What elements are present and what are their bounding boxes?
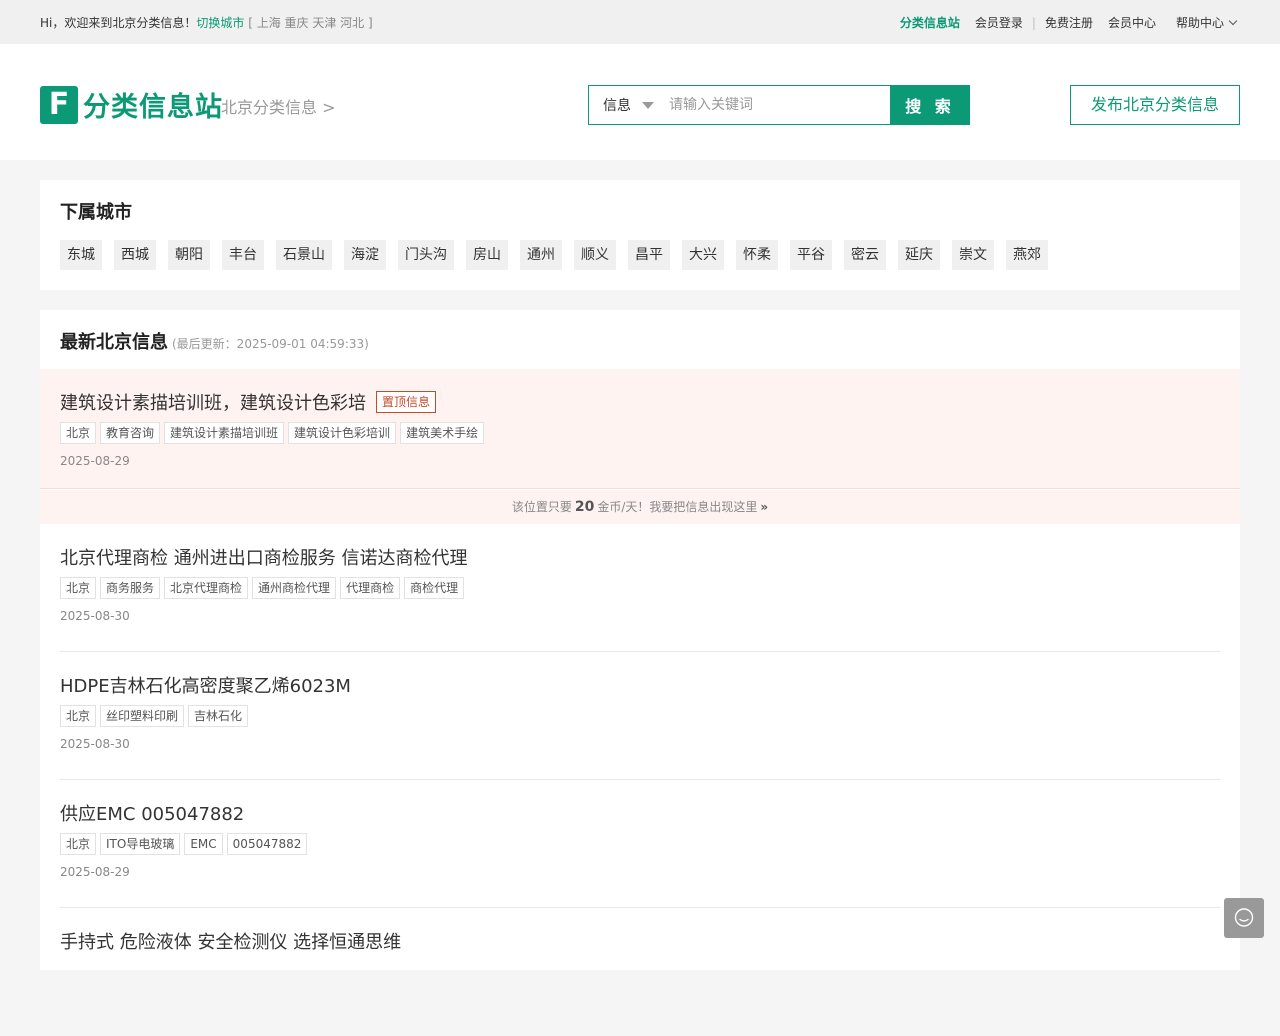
- listing-date: 2025-08-30: [60, 737, 130, 751]
- help-center-label: 帮助中心: [1175, 16, 1224, 30]
- city-link[interactable]: 朝阳: [168, 240, 210, 270]
- sub-cities-panel: 下属城市 东城 西城 朝阳 丰台 石景山 海淀 门头沟 房山 通州 顺义 昌平 …: [40, 180, 1240, 290]
- listings-header: 最新北京信息 (最后更新：2025-09-01 04:59:33): [60, 328, 369, 354]
- listings-title: 最新北京信息: [60, 332, 168, 353]
- chat-bubble-icon: [1234, 908, 1254, 927]
- city-link[interactable]: 海淀: [344, 240, 386, 270]
- city-link[interactable]: 密云: [844, 240, 886, 270]
- promo-prefix: 该位置只要: [511, 500, 572, 514]
- listing-item[interactable]: 北京代理商检 通州进出口商检服务 信诺达商检代理 北京 商务服务 北京代理商检 …: [60, 524, 1220, 652]
- city-link[interactable]: 燕郊: [1006, 240, 1048, 270]
- pinned-listing[interactable]: 建筑设计素描培训班，建筑设计色彩培 置顶信息 北京 教育咨询 建筑设计素描培训班…: [40, 369, 1240, 489]
- city-link[interactable]: 昌平: [628, 240, 670, 270]
- listing-tags: 北京 ITO导电玻璃 EMC 005047882: [60, 833, 311, 855]
- pinned-listing-content: 建筑设计素描培训班，建筑设计色彩培 置顶信息 北京 教育咨询 建筑设计素描培训班…: [60, 369, 1220, 497]
- site-logo[interactable]: F 分类信息站: [40, 85, 223, 124]
- city-link[interactable]: 延庆: [898, 240, 940, 270]
- login-link[interactable]: 会员登录: [975, 14, 1023, 31]
- listing-tags: 北京 丝印塑料印刷 吉林石化: [60, 705, 252, 727]
- last-updated: (最后更新：2025-09-01 04:59:33): [172, 337, 369, 351]
- sub-cities-title: 下属城市: [60, 202, 132, 223]
- listing-tag[interactable]: ITO导电玻璃: [100, 833, 181, 855]
- city-list: 东城 西城 朝阳 丰台 石景山 海淀 门头沟 房山 通州 顺义 昌平 大兴 怀柔…: [60, 240, 1060, 270]
- register-link[interactable]: 免费注册: [1045, 14, 1093, 31]
- city-link[interactable]: 平谷: [790, 240, 832, 270]
- logo-icon: F: [40, 85, 78, 124]
- latest-listings-panel: 最新北京信息 (最后更新：2025-09-01 04:59:33) 建筑设计素描培…: [40, 310, 1240, 970]
- listing-tag[interactable]: 建筑设计色彩培训: [288, 422, 397, 444]
- city-link[interactable]: 顺义: [574, 240, 616, 270]
- listing-tag[interactable]: 商检代理: [404, 577, 465, 599]
- listing-tag[interactable]: 教育咨询: [100, 422, 161, 444]
- listing-tag[interactable]: 005047882: [226, 833, 308, 855]
- logo-text: 分类信息站: [83, 92, 223, 123]
- city-link[interactable]: 大兴: [682, 240, 724, 270]
- listing-tag[interactable]: 建筑设计素描培训班: [164, 422, 285, 444]
- quick-city-links[interactable]: [ 上海 重庆 天津 河北 ]: [248, 16, 372, 30]
- member-center-link[interactable]: 会员中心: [1108, 14, 1156, 31]
- float-chat-button[interactable]: [1224, 898, 1264, 938]
- pinned-badge: 置顶信息: [376, 391, 437, 413]
- switch-city-link[interactable]: 切换城市: [196, 16, 244, 30]
- listing-title[interactable]: 建筑设计素描培训班，建筑设计色彩培 置顶信息: [60, 389, 437, 415]
- city-link[interactable]: 门头沟: [398, 240, 454, 270]
- search-button[interactable]: 搜 索: [890, 85, 970, 125]
- listing-date: 2025-08-30: [60, 609, 130, 623]
- listing-date: 2025-08-29: [60, 865, 130, 879]
- city-link[interactable]: 东城: [60, 240, 102, 270]
- listing-tag[interactable]: 通州商检代理: [252, 577, 337, 599]
- listing-tags: 北京 教育咨询 建筑设计素描培训班 建筑设计色彩培训 建筑美术手绘: [60, 422, 488, 444]
- listing-tags: 北京 商务服务 北京代理商检 通州商检代理 代理商检 商检代理: [60, 577, 468, 599]
- listing-item[interactable]: 供应EMC 005047882 北京 ITO导电玻璃 EMC 005047882…: [60, 780, 1220, 908]
- listing-tag[interactable]: EMC: [184, 833, 223, 855]
- pinned-promo-link[interactable]: 该位置只要 20 金币/天！我要把信息出现这里»: [40, 490, 1240, 524]
- listing-title[interactable]: 供应EMC 005047882: [60, 800, 244, 826]
- listing-tag[interactable]: 吉林石化: [188, 705, 249, 727]
- listing-item[interactable]: HDPE吉林石化高密度聚乙烯6023M 北京 丝印塑料印刷 吉林石化 2025-…: [60, 652, 1220, 780]
- caret-down-icon: [642, 101, 654, 109]
- search-category-label: 信息: [603, 98, 631, 114]
- listing-tag[interactable]: 代理商检: [340, 577, 401, 599]
- listing-title[interactable]: 手持式 危险液体 安全检测仪 选择恒通思维: [60, 928, 401, 954]
- listing-tag[interactable]: 北京: [60, 833, 97, 855]
- promo-amount: 20: [574, 499, 595, 515]
- listing-date: 2025-08-29: [60, 454, 130, 468]
- listing-title-text: 建筑设计素描培训班，建筑设计色彩培: [60, 393, 366, 414]
- listing-tag[interactable]: 北京: [60, 577, 97, 599]
- double-arrow-icon: »: [760, 500, 769, 514]
- listing-tag[interactable]: 商务服务: [100, 577, 161, 599]
- site-header: F 分类信息站 北京分类信息 > 信息 搜 索 发布北京分类信息: [0, 44, 1280, 160]
- city-link[interactable]: 西城: [114, 240, 156, 270]
- city-link[interactable]: 通州: [520, 240, 562, 270]
- city-link[interactable]: 崇文: [952, 240, 994, 270]
- listing-tag[interactable]: 北京代理商检: [164, 577, 249, 599]
- search-category-select[interactable]: 信息: [589, 86, 661, 124]
- listing-tag[interactable]: 丝印塑料印刷: [100, 705, 185, 727]
- city-link[interactable]: 丰台: [222, 240, 264, 270]
- help-center-dropdown[interactable]: 帮助中心: [1175, 14, 1238, 31]
- chevron-down-icon: [1228, 16, 1238, 25]
- listing-tag[interactable]: 建筑美术手绘: [400, 422, 485, 444]
- user-nav: 分类信息站 会员登录 | 免费注册 会员中心 帮助中心: [900, 14, 1238, 31]
- nav-separator: |: [1031, 15, 1036, 30]
- promo-suffix: 金币/天！我要把信息出现这里: [597, 500, 758, 514]
- top-bar: Hi，欢迎来到北京分类信息！切换城市 [ 上海 重庆 天津 河北 ] 分类信息站…: [0, 0, 1280, 44]
- city-link[interactable]: 怀柔: [736, 240, 778, 270]
- breadcrumb[interactable]: 北京分类信息 >: [221, 94, 336, 118]
- welcome-area: Hi，欢迎来到北京分类信息！切换城市 [ 上海 重庆 天津 河北 ]: [40, 14, 373, 31]
- city-link[interactable]: 石景山: [276, 240, 332, 270]
- listing-tag[interactable]: 北京: [60, 422, 97, 444]
- listing-title[interactable]: 北京代理商检 通州进出口商检服务 信诺达商检代理: [60, 544, 467, 570]
- listing-title[interactable]: HDPE吉林石化高密度聚乙烯6023M: [60, 672, 351, 698]
- listing-item[interactable]: 手持式 危险液体 安全检测仪 选择恒通思维: [60, 908, 1220, 1036]
- site-link[interactable]: 分类信息站: [900, 14, 960, 31]
- welcome-text: Hi，欢迎来到北京分类信息！: [40, 16, 197, 30]
- search-input[interactable]: [661, 86, 890, 124]
- city-link[interactable]: 房山: [466, 240, 508, 270]
- publish-button[interactable]: 发布北京分类信息: [1070, 85, 1240, 125]
- search-bar: 信息 搜 索: [588, 85, 970, 125]
- listing-tag[interactable]: 北京: [60, 705, 97, 727]
